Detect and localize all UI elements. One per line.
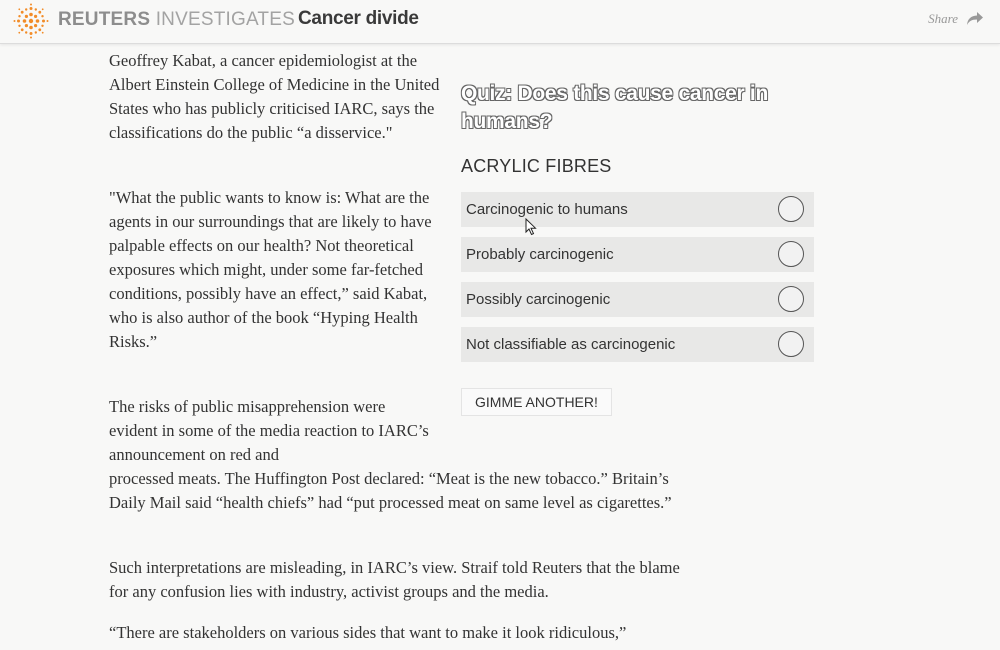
brand-bold: REUTERS (58, 9, 151, 30)
brand-wordmark[interactable]: REUTERS INVESTIGATES (58, 9, 295, 31)
quiz-option-label: Probably carcinogenic (466, 246, 614, 263)
radio-button[interactable] (778, 286, 804, 312)
top-bar: REUTERS INVESTIGATES Cancer divide Share (0, 0, 1000, 44)
quiz-title: Quiz: Does this cause cancer in humans? (461, 82, 768, 133)
share-arrow-icon (967, 12, 983, 25)
gimme-another-button[interactable]: GIMME ANOTHER! (461, 388, 612, 416)
quiz-subject: ACRYLIC FIBRES (461, 156, 612, 176)
brand-light: INVESTIGATES (155, 9, 295, 30)
quiz-option-possibly[interactable]: Possibly carcinogenic (461, 282, 814, 317)
share-label: Share (928, 11, 958, 26)
article-paragraph-part: The risks of public misapprehension were… (109, 397, 429, 464)
quiz-widget: Quiz: Does this cause cancer in humans? … (461, 80, 814, 416)
share-button[interactable]: Share (928, 11, 984, 27)
quiz-option-label: Carcinogenic to humans (466, 201, 628, 218)
section-title[interactable]: Cancer divide (298, 8, 419, 30)
quiz-option-probably[interactable]: Probably carcinogenic (461, 237, 814, 272)
mouse-cursor-icon (525, 218, 537, 236)
article-paragraph: Such interpretations are misleading, in … (109, 558, 680, 601)
article-paragraph: "What the public wants to know is: What … (109, 188, 432, 351)
radio-button[interactable] (778, 241, 804, 267)
article-paragraph: “There are stakeholders on various sides… (109, 623, 627, 642)
quiz-option-label: Not classifiable as carcinogenic (466, 336, 676, 353)
radio-button[interactable] (778, 196, 804, 222)
article-paragraph: Geoffrey Kabat, a cancer epidemiologist … (109, 51, 440, 142)
reuters-logo-icon[interactable] (13, 3, 49, 39)
quiz-option-carcinogenic[interactable]: Carcinogenic to humans (461, 192, 814, 227)
radio-button[interactable] (778, 331, 804, 357)
quiz-option-label: Possibly carcinogenic (466, 291, 611, 308)
quiz-option-not-classifiable[interactable]: Not classifiable as carcinogenic (461, 327, 814, 362)
quiz-options: Carcinogenic to humans Probably carcinog… (461, 192, 814, 362)
article-paragraph-part: processed meats. The Huffington Post dec… (109, 469, 672, 512)
